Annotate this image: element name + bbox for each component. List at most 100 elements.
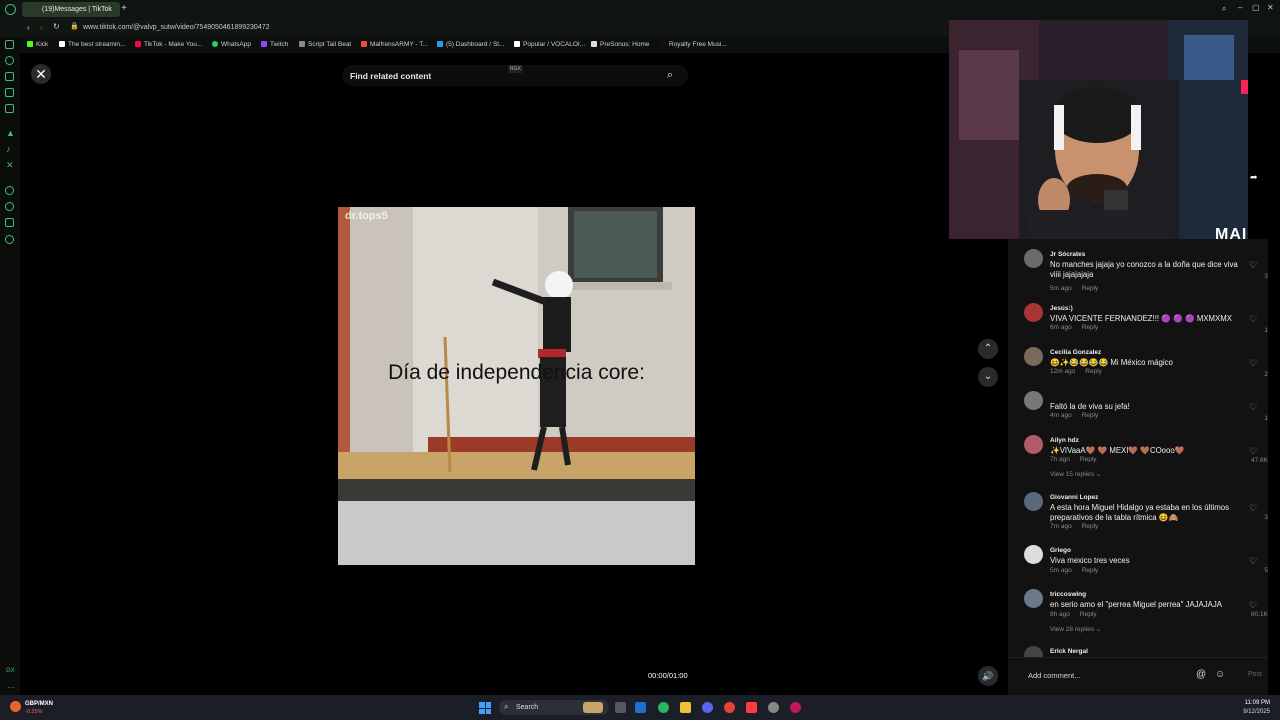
bookmark-presonus[interactable]: PreSonus: Home [591, 41, 650, 48]
sidebar-gx-icon[interactable]: GX [6, 668, 15, 674]
bookmark-twitch[interactable]: Twitch [261, 41, 288, 48]
view-replies-button[interactable]: View 15 replies ⌄ [1050, 470, 1101, 478]
comment-username[interactable]: Griego [1050, 547, 1071, 554]
reply-button[interactable]: Reply [1080, 611, 1097, 618]
reload-icon[interactable]: ↻ [53, 22, 60, 31]
stock-change: -0.25% [25, 709, 43, 715]
new-tab-icon[interactable]: + [121, 3, 127, 14]
maximize-icon[interactable]: ▢ [1252, 3, 1260, 12]
bookmark-kick[interactable]: Kick [27, 41, 48, 48]
close-window-icon[interactable]: ✕ [1267, 3, 1274, 12]
url-field[interactable]: www.tiktok.com/@valvp_sutw/video/7549050… [83, 24, 270, 31]
comment-username[interactable]: Giovanni Lopez [1050, 494, 1098, 501]
avatar[interactable] [1024, 492, 1043, 511]
sidebar-box-icon[interactable] [5, 218, 14, 227]
avatar[interactable] [1024, 435, 1043, 454]
reply-button[interactable]: Reply [1082, 324, 1099, 331]
comment-input[interactable]: Add comment... [1028, 671, 1081, 680]
sidebar-player-icon[interactable] [5, 186, 14, 195]
sidebar-wallet-icon[interactable] [5, 40, 14, 49]
forward-icon[interactable]: › [40, 23, 43, 32]
sidebar-clock-icon[interactable] [5, 202, 14, 211]
like-icon[interactable]: ♡ [1249, 556, 1257, 567]
bookmark-dashboard[interactable]: (5) Dashboard / St... [437, 41, 505, 48]
sidebar-messenger-icon[interactable] [5, 104, 14, 113]
video-player[interactable] [338, 207, 695, 565]
windows-start-icon[interactable] [479, 702, 491, 714]
minimize-icon[interactable]: – [1238, 3, 1242, 12]
post-button[interactable]: Post [1248, 671, 1262, 678]
comment-username[interactable]: triccoswing [1050, 591, 1086, 598]
reply-button[interactable]: Reply [1082, 412, 1099, 419]
opera-gx-icon[interactable] [790, 702, 801, 713]
bookmark-vocaloid[interactable]: Popular / VOCALOI... [514, 41, 585, 48]
weather-widget-icon[interactable] [10, 701, 21, 712]
like-icon[interactable]: ♡ [1249, 314, 1257, 325]
file-explorer-icon[interactable] [680, 702, 691, 713]
back-icon[interactable]: ‹ [27, 23, 30, 32]
chrome-icon[interactable] [724, 702, 735, 713]
clock-time[interactable]: 11:09 PM [1236, 700, 1270, 706]
close-video-button[interactable]: ✕ [31, 64, 51, 84]
comment-username[interactable]: Ailyn hdz [1050, 437, 1079, 444]
sidebar-arrow-icon[interactable]: ▲ [6, 128, 15, 138]
reply-button[interactable]: Reply [1082, 285, 1099, 292]
clock-date[interactable]: 9/12/2025 [1236, 709, 1270, 715]
reply-button[interactable]: Reply [1082, 523, 1099, 530]
like-icon[interactable]: ♡ [1249, 260, 1257, 271]
stock-name[interactable]: GBP/MXN [25, 701, 53, 707]
sidebar-store-icon[interactable] [5, 72, 14, 81]
avatar[interactable] [1024, 249, 1043, 268]
like-icon[interactable]: ♡ [1249, 600, 1257, 611]
task-view-icon[interactable] [615, 702, 626, 713]
bookmark-malfrens[interactable]: MalfrensARMY - T... [361, 41, 428, 48]
sidebar-settings-icon[interactable] [5, 235, 14, 244]
avatar[interactable] [1024, 347, 1043, 366]
bookmark-whatsapp[interactable]: WhatsApp [212, 41, 251, 48]
comment-meta: 4m ago Reply [1050, 412, 1099, 419]
comment-username[interactable]: Cecilia Gonzalez [1050, 349, 1101, 356]
view-replies-button[interactable]: View 28 replies ⌄ [1050, 625, 1101, 633]
browser-logo-icon[interactable] [5, 4, 16, 15]
reply-button[interactable]: Reply [1082, 567, 1099, 574]
comment-username[interactable]: Jesús:) [1050, 305, 1073, 312]
avatar[interactable] [1024, 545, 1043, 564]
sidebar-tiktok-icon[interactable]: ♪ [6, 144, 11, 154]
sidebar-whatsapp-icon[interactable] [5, 88, 14, 97]
avatar[interactable] [1024, 303, 1043, 322]
sidebar-history-icon[interactable] [5, 56, 14, 65]
music-icon[interactable] [746, 702, 757, 713]
bookmark-royalty[interactable]: Royalty Free Musi... [660, 41, 727, 48]
search-tabs-icon[interactable]: ⌕ [1222, 4, 1226, 14]
previous-video-button[interactable]: ⌃ [978, 339, 998, 359]
avatar[interactable] [1024, 589, 1043, 608]
bookmark-tiktok[interactable]: TikTok - Make You... [135, 41, 202, 48]
like-icon[interactable]: ♡ [1249, 446, 1257, 457]
emoji-icon[interactable]: ☺ [1215, 669, 1225, 680]
comment-username[interactable]: Erick Nergal [1050, 648, 1088, 655]
sidebar-more-icon[interactable]: ··· [7, 683, 15, 692]
search-icon[interactable]: ⌕ [667, 69, 673, 82]
like-icon[interactable]: ♡ [1249, 503, 1257, 514]
outlook-icon[interactable] [635, 702, 646, 713]
next-video-button[interactable]: ⌄ [978, 367, 998, 387]
reply-button[interactable]: Reply [1085, 368, 1102, 375]
app-icon[interactable] [658, 702, 669, 713]
like-count: 2 [1264, 371, 1268, 378]
avatar[interactable] [1024, 391, 1043, 410]
mention-icon[interactable]: @ [1196, 669, 1206, 680]
sidebar-x-icon[interactable]: ✕ [6, 160, 14, 171]
avatar[interactable] [1024, 646, 1043, 657]
search-highlight-icon [583, 702, 603, 713]
bookmark-script[interactable]: Script Tail Beat [299, 41, 351, 48]
bookmark-streaming[interactable]: The best streamin... [59, 41, 125, 48]
discord-icon[interactable] [702, 702, 713, 713]
like-icon[interactable]: ♡ [1249, 358, 1257, 369]
like-icon[interactable]: ♡ [1249, 402, 1257, 413]
share-icon[interactable]: ➦ [1250, 172, 1258, 183]
volume-button[interactable]: 🔊 [978, 666, 998, 686]
settings-app-icon[interactable] [768, 702, 779, 713]
browser-tab[interactable]: (19)Messages | TikTok [22, 2, 120, 17]
reply-button[interactable]: Reply [1080, 456, 1097, 463]
comment-username[interactable]: Jr Sócrates [1050, 251, 1085, 258]
